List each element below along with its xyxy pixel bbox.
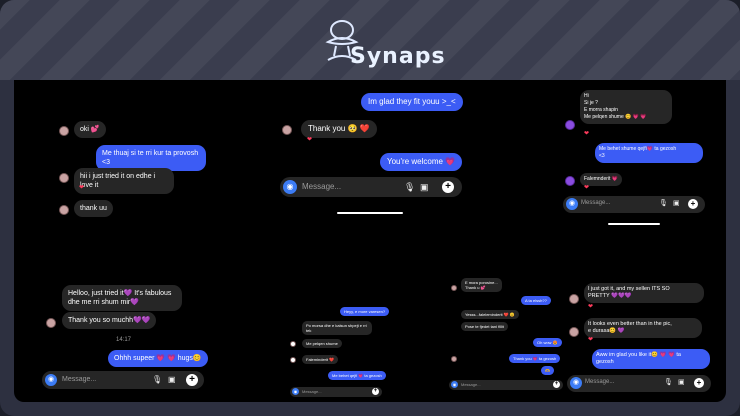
chat-panel-4: Helloo, just tried it💜 It's fabulous dhe…	[42, 282, 212, 397]
plus-icon[interactable]: +	[553, 381, 560, 388]
screenshot-frame: Synaps oki 💕 Me thuaj si te rri kur ta p…	[0, 0, 740, 416]
message-composer[interactable]: ◉ Message... +	[449, 380, 563, 390]
avatar	[59, 173, 69, 183]
image-icon[interactable]: ▣	[420, 181, 429, 193]
chat-panel-1: oki 💕 Me thuaj si te rri kur ta provosh …	[54, 110, 234, 240]
heart-reaction-icon: ❤	[588, 304, 594, 310]
message-incoming: Pose te fjedet tani fillit	[461, 322, 508, 331]
message-incoming: Hi Si je ? E morra shapin Me pelqen shum…	[580, 90, 672, 124]
heart-reaction-icon: ❤	[584, 131, 590, 137]
camera-icon[interactable]: ◉	[283, 180, 297, 194]
plus-icon[interactable]: +	[694, 378, 704, 388]
message-incoming: Helloo, just tried it💜 It's fabulous dhe…	[62, 285, 182, 311]
message-incoming: Faleminderit ❤️	[302, 355, 339, 364]
avatar	[46, 318, 56, 328]
heart-reaction-icon: ❤	[79, 185, 85, 191]
camera-icon[interactable]: ◉	[451, 381, 458, 388]
message-incoming: Yesss...faleleminderit ❤️ 😊	[461, 310, 519, 319]
message-composer[interactable]: ◉ Message... +	[290, 387, 382, 397]
image-icon[interactable]: ▣	[678, 377, 685, 389]
message-outgoing: You're welcome 💗	[380, 153, 463, 171]
message-outgoing: Im glad they fit youu >_<	[361, 93, 463, 111]
message-composer[interactable]: ◉ Message... 🎙 ▣ +	[42, 371, 204, 389]
screenshots-collage: oki 💕 Me thuaj si te rri kur ta provosh …	[14, 80, 726, 402]
message-input[interactable]: Message...	[585, 379, 614, 385]
chat-panel-7: I just got it, and my sellen ITS SO PRET…	[566, 278, 716, 398]
heart-reaction-icon: ❤	[588, 337, 594, 343]
message-incoming: Thank you so muchh💜💜	[62, 312, 157, 329]
camera-icon[interactable]: ◉	[566, 198, 578, 210]
microphone-icon[interactable]: 🎙	[152, 374, 162, 386]
message-incoming: Po morsa dhe e kalsun shpejt e rri tek	[302, 321, 372, 335]
image-icon[interactable]: ▣	[673, 198, 680, 210]
avatar	[282, 125, 292, 135]
message-composer[interactable]: ◉ Message... 🎙 ▣ +	[567, 375, 711, 392]
message-outgoing: Me behet qejfi 💗 ta gezosh	[328, 371, 386, 380]
message-incoming: Thank you 🥺 ❤️	[301, 120, 377, 138]
chat-panel-3: Hi Si je ? E morra shapin Me pelqen shum…	[562, 88, 712, 228]
home-indicator	[337, 212, 403, 214]
avatar	[290, 357, 296, 363]
message-incoming: hii i just tried it on edhe i love it	[74, 168, 174, 194]
message-composer[interactable]: ◉ Message... 🎙 ▣ +	[280, 177, 462, 197]
message-input[interactable]: Message...	[581, 200, 610, 206]
avatar	[569, 327, 579, 337]
message-outgoing: Heyy, e more varesen?	[340, 307, 390, 316]
timestamp: 14:17	[116, 337, 132, 343]
message-incoming: I just got it, and my sellen ITS SO PRET…	[584, 283, 704, 303]
image-icon[interactable]: ▣	[168, 374, 176, 386]
message-input[interactable]: Message...	[302, 389, 322, 394]
avatar	[59, 205, 69, 215]
microphone-icon[interactable]: 🎙	[659, 198, 668, 210]
plus-icon[interactable]: +	[186, 374, 198, 386]
message-outgoing: Aww im glad you like it😊 💗 💗 ta gezosh	[592, 349, 710, 369]
chat-panel-6: E mora porosine... Thank u 💕 A ta elssh?…	[449, 276, 569, 396]
message-outgoing: 🫶	[541, 366, 554, 375]
message-outgoing: Thank you 💗 ta gezosh	[509, 354, 561, 363]
heart-reaction-icon: ❤	[307, 137, 313, 143]
avatar	[569, 294, 579, 304]
message-outgoing: A ta elssh??	[521, 296, 551, 305]
brand-name: Synaps	[350, 44, 446, 69]
message-incoming: It looks even better than in the pic, e …	[584, 318, 702, 338]
microphone-icon[interactable]: 🎙	[664, 377, 673, 389]
plus-icon[interactable]: +	[688, 199, 698, 209]
plus-icon[interactable]: +	[442, 181, 454, 193]
message-incoming: thank uu	[74, 200, 113, 217]
avatar	[565, 176, 575, 186]
heart-reaction-icon: ❤	[584, 185, 590, 191]
plus-icon[interactable]: +	[372, 388, 379, 395]
message-input[interactable]: Message...	[302, 182, 341, 191]
avatar	[59, 126, 69, 136]
avatar	[451, 356, 457, 362]
message-outgoing: Ohhh supeer 💗 💗 hugs😊	[108, 350, 208, 367]
message-incoming: oki 💕	[74, 121, 106, 138]
message-outgoing: Me behet shume qejfi💗 ta gezosh <3	[595, 143, 703, 163]
message-input[interactable]: Message...	[461, 382, 481, 387]
message-incoming: Me pelqen shume	[302, 339, 342, 348]
microphone-icon[interactable]: 🎙	[404, 181, 415, 193]
camera-icon[interactable]: ◉	[292, 388, 299, 395]
chat-panel-5: Heyy, e more varesen? Po morsa dhe e kal…	[288, 305, 398, 400]
avatar	[290, 341, 296, 347]
camera-icon[interactable]: ◉	[45, 374, 57, 386]
camera-icon[interactable]: ◉	[570, 377, 582, 389]
message-composer[interactable]: ◉ Message... 🎙 ▣ +	[563, 196, 705, 213]
avatar	[451, 285, 457, 291]
chat-panel-2: Im glad they fit youu >_< Thank you 🥺 ❤️…	[277, 90, 467, 220]
message-incoming: E mora porosine... Thank u 💕	[461, 278, 502, 292]
message-outgoing: Oh wow 😍	[533, 338, 562, 347]
home-indicator	[608, 223, 660, 225]
message-input[interactable]: Message...	[62, 376, 96, 383]
avatar	[565, 120, 575, 130]
